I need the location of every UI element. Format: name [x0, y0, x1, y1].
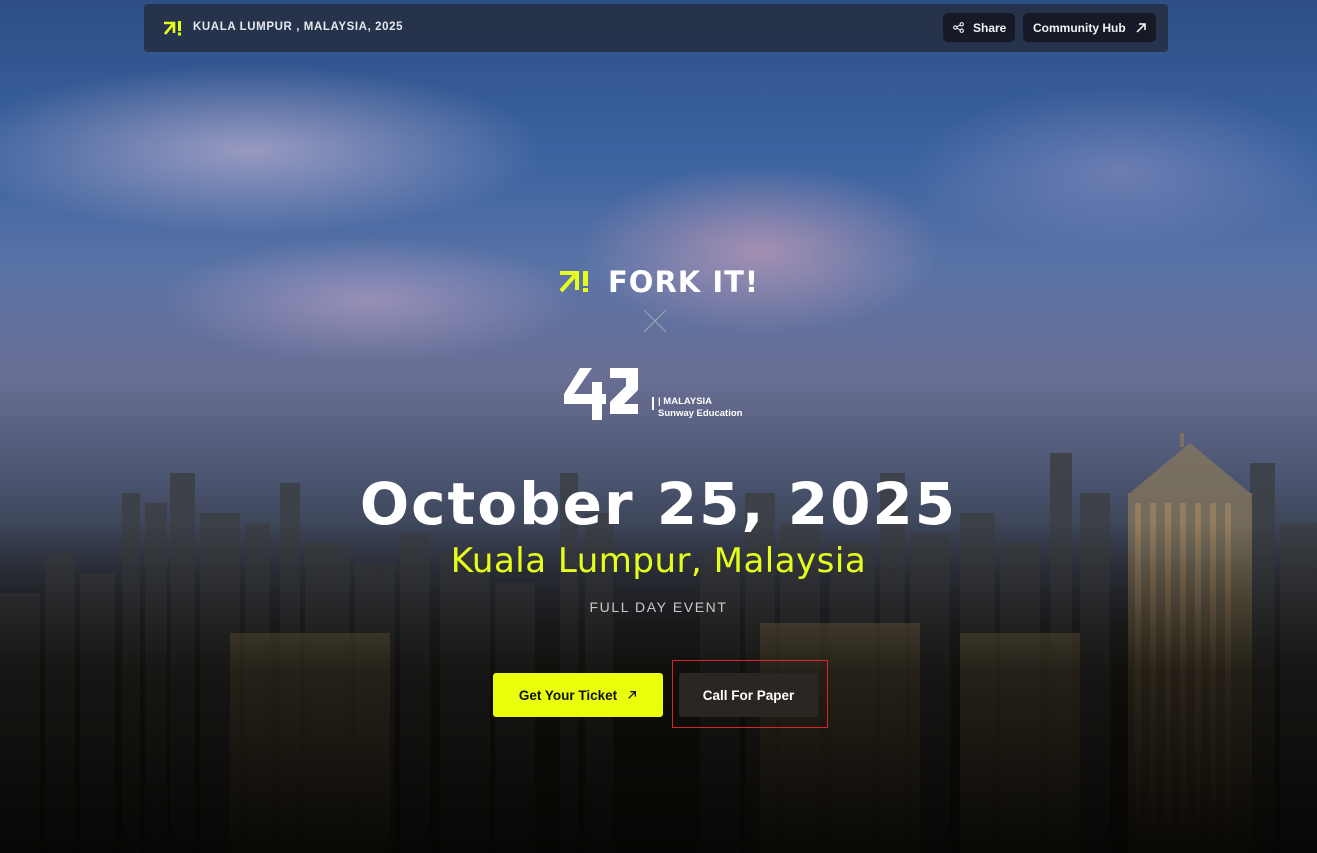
42-logo-mark	[564, 368, 638, 420]
share-button[interactable]: Share	[943, 13, 1015, 42]
call-for-paper-button-label: Call For Paper	[702, 687, 795, 703]
share-icon	[953, 22, 964, 33]
fork-it-arrow-logo-icon[interactable]	[163, 20, 183, 36]
get-ticket-button[interactable]: Get Your Ticket	[493, 673, 663, 717]
close-x-icon	[643, 309, 667, 333]
get-ticket-button-label: Get Your Ticket	[518, 687, 618, 703]
event-date: October 25, 2025	[359, 470, 958, 538]
call-for-paper-button[interactable]: Call For Paper	[679, 673, 818, 717]
community-hub-button[interactable]: Community Hub	[1023, 13, 1156, 42]
top-bar: KUALA LUMPUR , MALAYSIA, 2025 Share Comm…	[144, 4, 1168, 52]
arrow-up-right-icon	[628, 691, 637, 699]
42-malaysia-logo: | MALAYSIA Sunway Education	[562, 368, 752, 424]
fork-it-logo: FORK IT!	[558, 265, 758, 299]
event-city: Kuala Lumpur, Malaysia	[450, 541, 867, 581]
event-type: FULL DAY EVENT	[589, 599, 728, 615]
partner-country: | MALAYSIA	[658, 396, 713, 407]
brand-name: FORK IT!	[608, 265, 760, 299]
arrow-up-right-icon	[1136, 22, 1146, 33]
logo-divider	[652, 397, 654, 410]
landing-page: KUALA LUMPUR , MALAYSIA, 2025 Share Comm…	[0, 0, 1317, 853]
fork-it-arrow-logo-icon	[559, 271, 588, 293]
share-button-label: Share	[973, 20, 1007, 35]
event-location-label: KUALA LUMPUR , MALAYSIA, 2025	[193, 21, 404, 33]
partner-name: Sunway Education	[658, 408, 743, 419]
community-hub-button-label: Community Hub	[1033, 20, 1126, 35]
